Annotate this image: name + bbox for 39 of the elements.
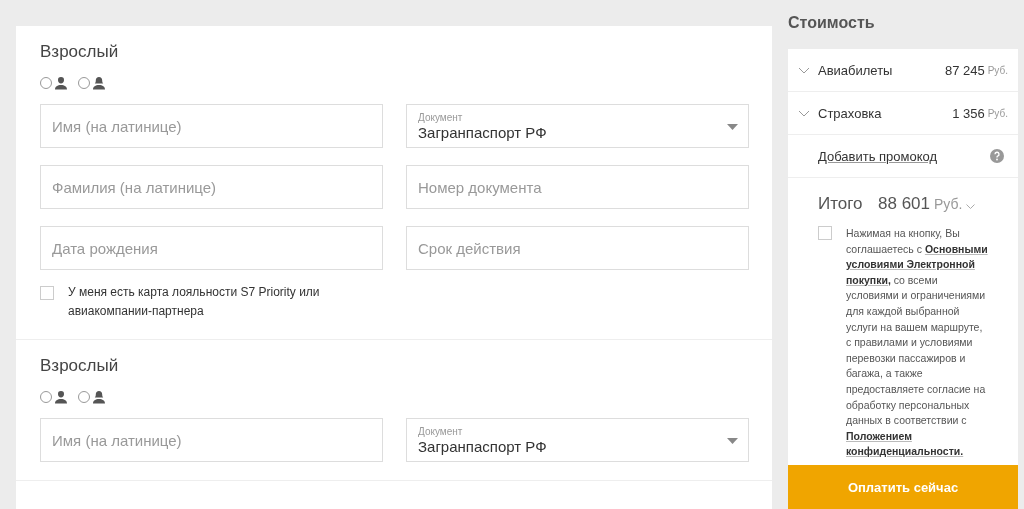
cost-item-label: Авиабилеты [818, 62, 894, 78]
text-field[interactable]: Дата рождения [40, 226, 383, 270]
text-field[interactable]: Имя (на латинице) [40, 418, 383, 462]
dropdown-triangle-icon [727, 124, 738, 130]
help-icon[interactable] [990, 149, 1004, 163]
text-field[interactable]: Фамилия (на латинице) [40, 165, 383, 209]
radio-button[interactable] [78, 391, 90, 403]
document-select[interactable]: Документ Загранпаспорт РФ [406, 104, 749, 148]
radio-button[interactable] [78, 77, 90, 89]
text-field[interactable]: Срок действия [406, 226, 749, 270]
total-label: Итого [818, 194, 864, 214]
person-icon [92, 76, 106, 90]
cost-amount: 1 356 [952, 105, 985, 121]
currency: Руб. [934, 196, 963, 212]
cost-title: Стоимость [788, 14, 876, 32]
document-select[interactable]: Документ Загранпаспорт РФ [406, 418, 749, 462]
text-field[interactable]: Номер документа [406, 165, 749, 209]
consent-text: Нажимая на кнопку, Вы соглашаетесь с Основными условиями Электронной покупки, со всеми условиями и ограничениями для каждой выбранной услуги на вашем маршруте, с правилами и условиями перевозки пассажиров и багажа, а также предоставляете согласие на обработку персональных данных в соответствии с Положением конфиденциальности. [846, 226, 989, 460]
radio-button[interactable] [40, 391, 52, 403]
cost-item-label: Страховка [818, 105, 883, 121]
checkbox[interactable] [818, 226, 832, 240]
chevron-icon[interactable] [798, 66, 810, 74]
radio-button[interactable] [40, 77, 52, 89]
person-icon [92, 390, 106, 404]
person-icon [54, 390, 68, 404]
loyalty-label: У меня есть карта лояльности S7 Priority или авиакомпании-партнера [68, 284, 321, 320]
chevron-icon[interactable] [966, 204, 976, 209]
checkbox[interactable] [40, 286, 54, 300]
cost-amount: 87 245 [944, 62, 985, 78]
currency: Руб. [987, 64, 1008, 76]
chevron-icon[interactable] [798, 109, 810, 117]
currency: Руб. [987, 107, 1008, 119]
text-field[interactable]: Имя (на латинице) [40, 104, 383, 148]
passenger-title: Взрослый [40, 356, 120, 376]
total-amount: 88 601 [878, 194, 930, 214]
dropdown-triangle-icon [727, 438, 738, 444]
promo-code-link[interactable]: Добавить промокод [818, 148, 938, 164]
person-icon [54, 76, 68, 90]
passenger-title: Взрослый [40, 42, 120, 62]
